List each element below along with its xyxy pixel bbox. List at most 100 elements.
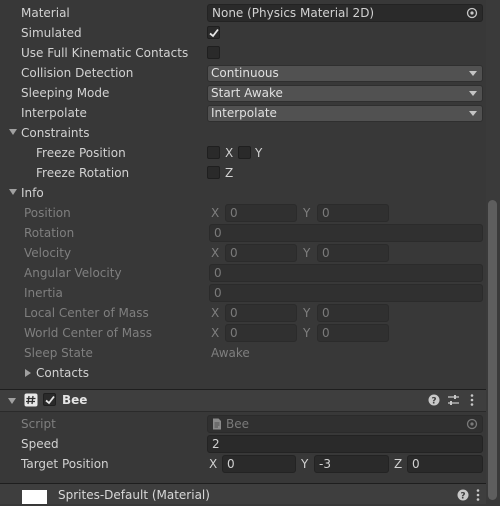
chevron-down-icon: [469, 111, 477, 116]
interpolate-row: Interpolate Interpolate: [0, 103, 486, 123]
bee-speed-label: Speed: [21, 437, 59, 451]
info-local-com-x-field: 0: [225, 304, 297, 322]
kinematic-contacts-row: Use Full Kinematic Contacts: [0, 43, 486, 63]
checkmark-icon: [45, 395, 55, 405]
info-local-com-row: Local Center of Mass X 0 Y 0: [0, 303, 486, 323]
info-local-com-y-field: 0: [317, 304, 389, 322]
chevron-down-icon: [469, 91, 477, 96]
info-rotation-row: Rotation 0: [0, 223, 486, 243]
axis-z-label: Z: [394, 457, 403, 471]
axis-x-label: X: [211, 206, 220, 220]
info-inertia-row: Inertia 0: [0, 283, 486, 303]
sleeping-mode-dropdown[interactable]: Start Awake: [207, 85, 483, 102]
script-file-icon: [213, 418, 221, 430]
target-circle-icon: [466, 418, 478, 430]
bee-script-value: Bee: [226, 417, 249, 431]
material-section-header[interactable]: Sprites-Default (Material) ?: [0, 483, 486, 504]
info-local-com-label: Local Center of Mass: [24, 306, 149, 320]
simulated-label: Simulated: [21, 26, 82, 40]
info-velocity-y-field: 0: [317, 244, 389, 262]
bee-target-position-x-field[interactable]: 0: [222, 455, 296, 473]
interpolate-label: Interpolate: [21, 106, 87, 120]
info-world-com-y-field: 0: [317, 324, 389, 342]
freeze-position-label: Freeze Position: [36, 146, 126, 160]
axis-x-label: X: [211, 306, 220, 320]
foldout-arrow-icon[interactable]: [8, 398, 16, 404]
freeze-rotation-label: Freeze Rotation: [36, 166, 130, 180]
bee-target-position-label: Target Position: [21, 457, 109, 471]
freeze-position-row: Freeze Position X Y: [0, 143, 486, 163]
axis-x-label: X: [211, 246, 220, 260]
freeze-rotation-z-label: Z: [225, 166, 234, 180]
info-foldout[interactable]: Info: [0, 183, 486, 203]
freeze-position-x-label: X: [225, 146, 234, 160]
info-angular-velocity-field: 0: [209, 264, 483, 282]
info-position-x-field: 0: [225, 204, 297, 222]
material-row: Material None (Physics Material 2D): [0, 3, 486, 23]
info-angular-velocity-row: Angular Velocity 0: [0, 263, 486, 283]
collision-detection-label: Collision Detection: [21, 66, 134, 80]
bee-target-position-row: Target Position X 0 Y -3 Z 0: [0, 454, 486, 474]
material-value: None (Physics Material 2D): [212, 6, 375, 20]
bee-script-field: Bee: [207, 415, 483, 433]
info-inertia-label: Inertia: [24, 286, 63, 300]
checkmark-icon: [209, 28, 219, 38]
kinematic-contacts-label: Use Full Kinematic Contacts: [21, 46, 189, 60]
constraints-label: Constraints: [21, 126, 90, 140]
sleeping-mode-value: Start Awake: [211, 86, 283, 100]
info-world-com-x-field: 0: [225, 324, 297, 342]
help-icon[interactable]: ?: [457, 489, 469, 501]
info-angular-velocity-label: Angular Velocity: [24, 266, 122, 280]
scrollbar-thumb[interactable]: [488, 200, 497, 500]
axis-x-label: X: [211, 326, 220, 340]
foldout-arrow-icon[interactable]: [9, 129, 17, 135]
foldout-arrow-icon[interactable]: [25, 369, 31, 377]
axis-y-label: Y: [303, 326, 311, 340]
bee-speed-row: Speed 2: [0, 434, 486, 454]
info-sleep-state-row: Sleep State Awake: [0, 343, 486, 363]
sliders-icon[interactable]: [447, 394, 460, 406]
info-position-label: Position: [24, 206, 71, 220]
bee-target-position-y-field[interactable]: -3: [314, 455, 389, 473]
info-rotation-field: 0: [209, 224, 483, 242]
material-field[interactable]: None (Physics Material 2D): [207, 4, 483, 22]
material-preview-thumbnail: [22, 490, 47, 504]
bee-script-row: Script Bee: [0, 414, 486, 434]
info-position-y-field: 0: [317, 204, 389, 222]
script-hash-icon: [24, 393, 38, 407]
info-sleep-state-label: Sleep State: [24, 346, 93, 360]
info-velocity-x-field: 0: [225, 244, 297, 262]
bee-enabled-checkbox[interactable]: [43, 393, 56, 406]
freeze-position-y-checkbox[interactable]: [238, 146, 251, 159]
interpolate-value: Interpolate: [211, 106, 277, 120]
bee-component-header[interactable]: Bee ?: [0, 389, 486, 412]
help-icon[interactable]: ?: [428, 394, 440, 406]
freeze-rotation-row: Freeze Rotation Z: [0, 163, 486, 183]
info-label: Info: [21, 186, 44, 200]
interpolate-dropdown[interactable]: Interpolate: [207, 105, 483, 122]
simulated-row: Simulated: [0, 23, 486, 43]
sleeping-mode-label: Sleeping Mode: [21, 86, 110, 100]
freeze-position-x-checkbox[interactable]: [207, 146, 220, 159]
svg-text:?: ?: [431, 396, 436, 406]
collision-detection-value: Continuous: [211, 66, 279, 80]
target-circle-icon[interactable]: [466, 7, 478, 19]
info-world-com-label: World Center of Mass: [24, 326, 152, 340]
collision-detection-dropdown[interactable]: Continuous: [207, 65, 483, 82]
info-world-com-row: World Center of Mass X 0 Y 0: [0, 323, 486, 343]
material-section-title: Sprites-Default (Material): [58, 488, 210, 502]
bee-script-label: Script: [21, 417, 56, 431]
axis-y-label: Y: [303, 306, 311, 320]
bee-target-position-z-field[interactable]: 0: [407, 455, 483, 473]
constraints-foldout[interactable]: Constraints: [0, 123, 486, 143]
kinematic-contacts-checkbox[interactable]: [207, 46, 220, 59]
foldout-arrow-icon[interactable]: [9, 189, 17, 195]
contacts-foldout[interactable]: Contacts: [0, 363, 486, 383]
axis-y-label: Y: [303, 206, 311, 220]
freeze-rotation-z-checkbox[interactable]: [207, 166, 220, 179]
kebab-menu-icon[interactable]: [469, 393, 475, 407]
bee-speed-field[interactable]: 2: [207, 435, 483, 453]
bee-component-title: Bee: [62, 393, 88, 407]
simulated-checkbox[interactable]: [207, 26, 220, 39]
collision-detection-row: Collision Detection Continuous: [0, 63, 486, 83]
